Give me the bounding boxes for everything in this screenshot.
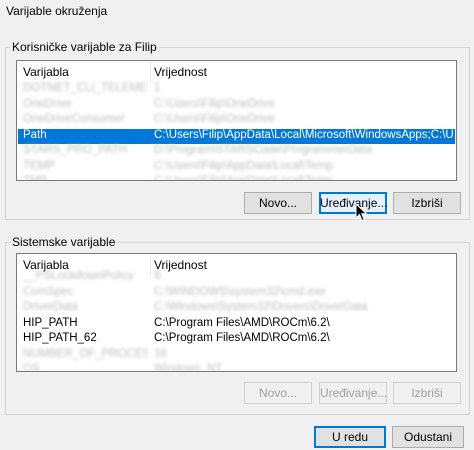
variable-value-cell: C:\Users\Filip\AppData\Local\Microsoft\W… bbox=[154, 128, 453, 141]
system-delete-button[interactable]: Izbriši bbox=[393, 382, 461, 404]
ok-button[interactable]: U redu bbox=[314, 426, 386, 448]
variable-name-cell: STARS_PRO_PATH bbox=[23, 144, 128, 156]
variable-value-cell: C:\Users\Filip\AppData\Local\Temp bbox=[154, 175, 333, 181]
system-variables-list[interactable]: Varijabla Vrijednost __PSLockdownPolicy 8… bbox=[16, 253, 457, 372]
variable-value-cell: C:\Users\Filip\AppData\Local\Temp bbox=[154, 159, 333, 172]
user-variables-list[interactable]: Varijabla Vrijednost DOTNET_CLI_TELEMETR… bbox=[16, 60, 457, 181]
variable-value-cell: Windows_NT bbox=[154, 363, 223, 372]
system-edit-button[interactable]: Uređivanje... bbox=[319, 382, 387, 404]
table-row[interactable]: DOTNET_CLI_TELEMETRY_O... 1 bbox=[18, 82, 455, 97]
variable-value-cell: 16 bbox=[154, 347, 167, 360]
user-edit-button[interactable]: Uređivanje... bbox=[319, 192, 387, 214]
variable-name-cell: TEMP bbox=[23, 159, 55, 172]
system-variables-legend: Sistemske varijable bbox=[10, 235, 118, 249]
variable-name-cell: HIP_PATH_62 bbox=[23, 332, 97, 344]
system-new-button[interactable]: Novo... bbox=[244, 382, 312, 404]
variable-value-cell: C:\Program Files\AMD\ROCm\6.2\ bbox=[154, 316, 330, 329]
user-variables-legend: Korisničke varijable za Filip bbox=[10, 40, 159, 54]
variable-name-cell: OneDrive bbox=[23, 97, 72, 110]
variable-value-cell: D:\Program\STARSCode\ProgrammerData bbox=[154, 144, 373, 156]
variable-value-cell: C:\Users\Filip\OneDrive bbox=[154, 97, 275, 110]
variable-name-cell: HIP_PATH bbox=[23, 316, 78, 329]
table-row[interactable]: NUMBER_OF_PROCESSORS 16 bbox=[18, 348, 455, 363]
variable-name-cell: __PSLockdownPolicy bbox=[23, 270, 134, 282]
variable-name-cell: OS bbox=[23, 363, 40, 372]
table-row[interactable]: __PSLockdownPolicy 8 bbox=[18, 270, 455, 285]
mouse-pointer-icon bbox=[355, 203, 368, 222]
table-row[interactable]: TEMP C:\Users\Filip\AppData\Local\Temp bbox=[18, 160, 455, 175]
user-delete-button[interactable]: Izbriši bbox=[393, 192, 461, 214]
title-bar: Varijable okruženja bbox=[0, 0, 474, 24]
variable-value-cell: C:\Windows\System32\Drivers\DriverData bbox=[154, 301, 368, 313]
variable-value-cell: 8 bbox=[154, 270, 161, 282]
table-row[interactable]: TMP C:\Users\Filip\AppData\Local\Temp bbox=[18, 175, 455, 181]
variable-name-cell: OneDriveConsumer bbox=[23, 113, 125, 125]
variable-name-cell: DOTNET_CLI_TELEMETRY_O... bbox=[23, 82, 148, 94]
variable-name-cell: DriverData bbox=[23, 301, 78, 313]
variable-name-cell: TMP bbox=[23, 175, 48, 181]
window-title: Varijable okruženja bbox=[6, 4, 108, 18]
variable-name-cell: ComSpec bbox=[23, 285, 74, 298]
table-row[interactable]: ComSpec C:\WINDOWS\system32\cmd.exe bbox=[18, 286, 455, 301]
column-header-variable[interactable]: Varijabla bbox=[23, 65, 69, 79]
variable-name-cell: NUMBER_OF_PROCESSORS bbox=[23, 347, 148, 360]
table-row[interactable]: OS Windows_NT bbox=[18, 363, 455, 372]
column-separator[interactable] bbox=[150, 62, 151, 82]
variable-value-cell: C:\WINDOWS\system32\cmd.exe bbox=[154, 285, 326, 298]
user-list-header: Varijabla Vrijednost bbox=[17, 61, 456, 83]
variable-name-cell: Path bbox=[23, 128, 47, 141]
cancel-button[interactable]: Odustani bbox=[392, 426, 464, 448]
user-new-button[interactable]: Novo... bbox=[244, 192, 312, 214]
variable-value-cell: C:\Program Files\AMD\ROCm\6.2\ bbox=[154, 332, 330, 344]
variable-value-cell: C:\Users\Filip\OneDrive bbox=[154, 113, 275, 125]
table-row[interactable]: OneDriveConsumer C:\Users\Filip\OneDrive bbox=[18, 113, 455, 128]
table-row[interactable]: HIP_PATH_62 C:\Program Files\AMD\ROCm\6.2… bbox=[18, 332, 455, 347]
table-row[interactable]: DriverData C:\Windows\System32\Drivers\Dr… bbox=[18, 301, 455, 316]
column-header-value[interactable]: Vrijednost bbox=[154, 65, 207, 79]
variable-value-cell: 1 bbox=[154, 82, 161, 94]
table-row[interactable]: HIP_PATH C:\Program Files\AMD\ROCm\6.2\ bbox=[18, 317, 455, 332]
table-row[interactable]: Path C:\Users\Filip\AppData\Local\Microso… bbox=[18, 128, 455, 144]
table-row[interactable]: STARS_PRO_PATH D:\Program\STARSCode\Progr… bbox=[18, 144, 455, 159]
table-row[interactable]: OneDrive C:\Users\Filip\OneDrive bbox=[18, 98, 455, 113]
